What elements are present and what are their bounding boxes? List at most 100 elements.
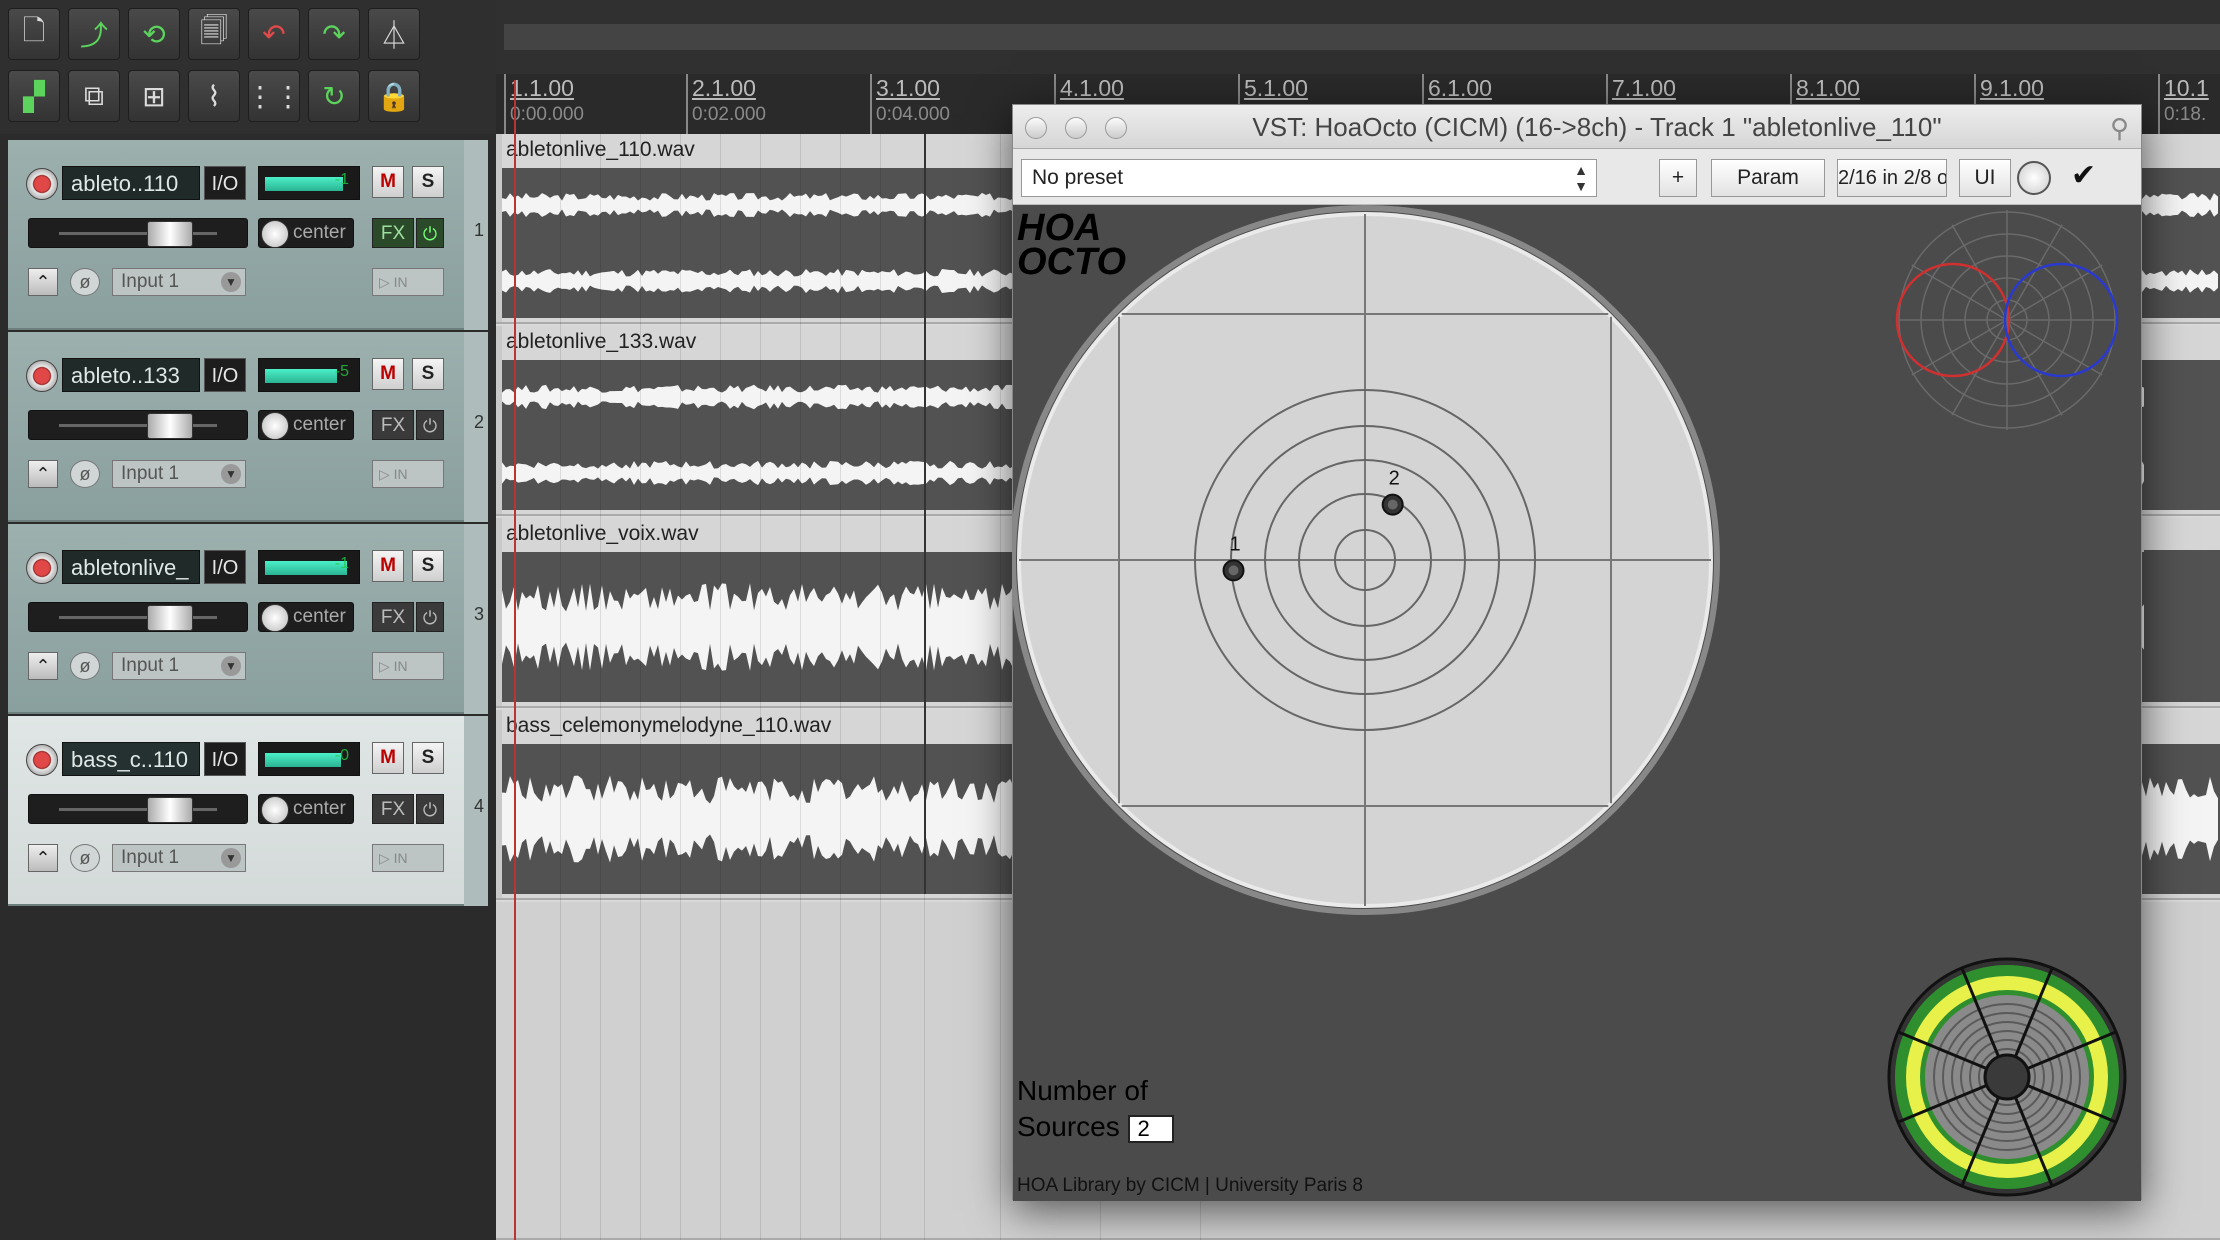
- pin-icon[interactable]: ⚲: [2110, 113, 2129, 144]
- track-number-strip: 2: [464, 332, 488, 522]
- number-of-sources-input[interactable]: 2: [1127, 1114, 1174, 1143]
- vst-plugin-window[interactable]: VST: HoaOcto (CICM) (16->8ch) - Track 1 …: [1012, 104, 2142, 1201]
- redo-icon: ↷: [322, 18, 346, 50]
- io-routing-button[interactable]: I/O: [204, 358, 246, 392]
- volume-fader[interactable]: [28, 794, 248, 824]
- phase-invert-icon[interactable]: ø: [70, 652, 100, 680]
- pan-knob[interactable]: center: [258, 218, 354, 248]
- ruler-marker[interactable]: 3.1.00 0:04.000: [870, 74, 950, 134]
- plugin-titlebar[interactable]: VST: HoaOcto (CICM) (16->8ch) - Track 1 …: [1013, 105, 2141, 149]
- undo-icon: ↶: [262, 18, 286, 50]
- envelope-icon[interactable]: ⌃: [28, 268, 58, 296]
- volume-fader[interactable]: [28, 218, 248, 248]
- loop-button[interactable]: ↻: [308, 70, 360, 122]
- track-header-4[interactable]: bass_c..110 I/O -0 M S center FX ⏻ ⌃ ø I…: [8, 716, 488, 906]
- phase-invert-icon[interactable]: ø: [70, 460, 100, 488]
- fader-handle[interactable]: [147, 413, 193, 439]
- input-select[interactable]: Input 1 ▼: [112, 652, 246, 680]
- record-arm-button[interactable]: [26, 168, 58, 200]
- input-select[interactable]: Input 1 ▼: [112, 268, 246, 296]
- fx-bypass-icon[interactable]: ⏻: [416, 410, 444, 440]
- save-project-button[interactable]: ⟲: [128, 8, 180, 60]
- ruler-marker[interactable]: 2.1.00 0:02.000: [686, 74, 766, 134]
- track-number: 1: [474, 220, 485, 240]
- minimize-window-button[interactable]: [1065, 117, 1087, 139]
- metronome-button[interactable]: ⏃: [368, 8, 420, 60]
- mute-button[interactable]: M: [372, 166, 404, 198]
- fx-bypass-icon[interactable]: ⏻: [416, 602, 444, 632]
- ruler-bar-label: 6.1.00: [1428, 75, 1492, 101]
- bypass-checkbox[interactable]: ✔: [2071, 159, 2103, 193]
- ripple-edit-button[interactable]: ⧉: [68, 70, 120, 122]
- project-settings-button[interactable]: 🗐: [188, 8, 240, 60]
- ruler-bar-label: 2.1.00: [692, 75, 756, 101]
- mute-button[interactable]: M: [372, 550, 404, 582]
- pan-knob[interactable]: center: [258, 602, 354, 632]
- input-monitor-button[interactable]: ▷ IN: [372, 268, 444, 296]
- envelope-points-button[interactable]: ⌇: [188, 70, 240, 122]
- fx-bypass-icon[interactable]: ⏻: [416, 218, 444, 248]
- record-arm-button[interactable]: [26, 744, 58, 776]
- redo-button[interactable]: ↷: [308, 8, 360, 60]
- grid-line: [680, 134, 681, 1240]
- record-arm-button[interactable]: [26, 552, 58, 584]
- input-monitor-button[interactable]: ▷ IN: [372, 652, 444, 680]
- volume-fader[interactable]: [28, 602, 248, 632]
- input-monitor-button[interactable]: ▷ IN: [372, 460, 444, 488]
- add-preset-button[interactable]: +: [1659, 159, 1697, 197]
- new-project-button[interactable]: 🗋: [8, 8, 60, 60]
- wet-dry-knob[interactable]: [2017, 161, 2051, 195]
- solo-button[interactable]: S: [412, 550, 444, 582]
- undo-button[interactable]: ↶: [248, 8, 300, 60]
- fader-handle[interactable]: [147, 221, 193, 247]
- fx-bypass-icon[interactable]: ⏻: [416, 794, 444, 824]
- track-name[interactable]: ableto..133: [62, 358, 200, 392]
- hoa-space-view[interactable]: 12: [1013, 205, 2141, 1201]
- horizontal-scrollbar[interactable]: [504, 24, 2220, 50]
- mute-button[interactable]: M: [372, 742, 404, 774]
- fx-button[interactable]: FX: [372, 602, 414, 632]
- grid-line: [1000, 134, 1001, 1240]
- record-arm-button[interactable]: [26, 360, 58, 392]
- solo-button[interactable]: S: [412, 358, 444, 390]
- track-name[interactable]: bass_c..110: [62, 742, 200, 776]
- solo-button[interactable]: S: [412, 742, 444, 774]
- param-button[interactable]: Param: [1711, 159, 1825, 197]
- input-monitor-button[interactable]: ▷ IN: [372, 844, 444, 872]
- fader-handle[interactable]: [147, 797, 193, 823]
- track-name[interactable]: abletonlive_: [62, 550, 200, 584]
- io-routing-button[interactable]: I/O: [204, 550, 246, 584]
- ruler-marker[interactable]: 10.1 0:18.: [2158, 74, 2209, 134]
- grid-lines-button[interactable]: ⋮⋮: [246, 70, 302, 122]
- io-routing-button[interactable]: I/O: [204, 166, 246, 200]
- track-name[interactable]: ableto..110: [62, 166, 200, 200]
- phase-invert-icon[interactable]: ø: [70, 844, 100, 872]
- track-header-3[interactable]: abletonlive_ I/O -1 M S center FX ⏻ ⌃ ø …: [8, 524, 488, 714]
- volume-fader[interactable]: [28, 410, 248, 440]
- envelope-icon[interactable]: ⌃: [28, 652, 58, 680]
- close-window-button[interactable]: [1025, 117, 1047, 139]
- solo-button[interactable]: S: [412, 166, 444, 198]
- preset-select[interactable]: No preset ▲ ▼: [1021, 159, 1597, 197]
- grid-snap-button[interactable]: ▞: [8, 70, 60, 122]
- pan-knob[interactable]: center: [258, 794, 354, 824]
- envelope-icon[interactable]: ⌃: [28, 460, 58, 488]
- envelope-icon[interactable]: ⌃: [28, 844, 58, 872]
- ui-button[interactable]: UI: [1959, 159, 2011, 197]
- track-header-2[interactable]: ableto..133 I/O -5 M S center FX ⏻ ⌃ ø I…: [8, 332, 488, 522]
- fx-button[interactable]: FX: [372, 218, 414, 248]
- io-routing-button[interactable]: 2/16 in 2/8 out: [1837, 159, 1947, 197]
- open-project-button[interactable]: ⤴: [68, 8, 120, 60]
- track-header-1[interactable]: ableto..110 I/O -1 M S center FX ⏻ ⌃ ø I…: [8, 140, 488, 330]
- io-routing-button[interactable]: I/O: [204, 742, 246, 776]
- fx-button[interactable]: FX: [372, 410, 414, 440]
- fx-button[interactable]: FX: [372, 794, 414, 824]
- item-grouping-button[interactable]: ⊞: [128, 70, 180, 122]
- mute-button[interactable]: M: [372, 358, 404, 390]
- phase-invert-icon[interactable]: ø: [70, 268, 100, 296]
- fader-handle[interactable]: [147, 605, 193, 631]
- lock-button[interactable]: 🔒: [368, 70, 420, 122]
- pan-knob[interactable]: center: [258, 410, 354, 440]
- input-select[interactable]: Input 1 ▼: [112, 844, 246, 872]
- input-select[interactable]: Input 1 ▼: [112, 460, 246, 488]
